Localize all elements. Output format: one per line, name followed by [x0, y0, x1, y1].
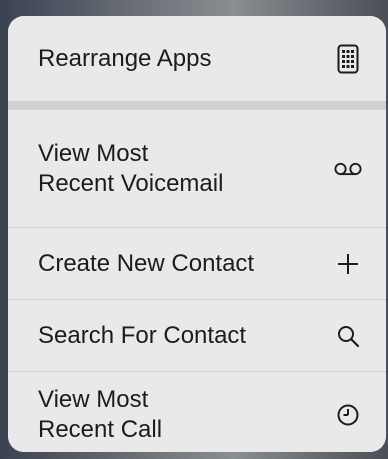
menu-item-label: View Most Recent Call	[38, 385, 162, 445]
quick-actions-menu: Rearrange Apps View Most Recent Voicemai…	[8, 16, 386, 452]
menu-item-view-recent-call[interactable]: View Most Recent Call	[8, 372, 386, 452]
menu-item-label: Create New Contact	[38, 249, 255, 277]
plus-icon	[334, 250, 362, 278]
phone-grid-icon	[334, 44, 362, 73]
voicemail-icon	[334, 155, 362, 183]
menu-item-create-new-contact[interactable]: Create New Contact	[8, 228, 386, 300]
label-line-2: Recent Call	[38, 416, 163, 443]
menu-item-label: Rearrange Apps	[38, 44, 212, 72]
menu-section-separator	[8, 102, 386, 110]
menu-item-label: Search For Contact	[38, 321, 247, 349]
menu-item-search-for-contact[interactable]: Search For Contact	[8, 300, 386, 372]
menu-item-rearrange-apps[interactable]: Rearrange Apps	[8, 16, 386, 102]
label-line-1: View Most	[38, 386, 149, 413]
label-line-1: View Most	[38, 139, 149, 167]
menu-item-label: View Most Recent Voicemail	[38, 139, 223, 199]
menu-item-view-recent-voicemail[interactable]: View Most Recent Voicemail	[8, 110, 386, 228]
label-line-2: Recent Voicemail	[38, 169, 224, 197]
clock-icon	[334, 401, 362, 429]
search-icon	[334, 322, 362, 350]
